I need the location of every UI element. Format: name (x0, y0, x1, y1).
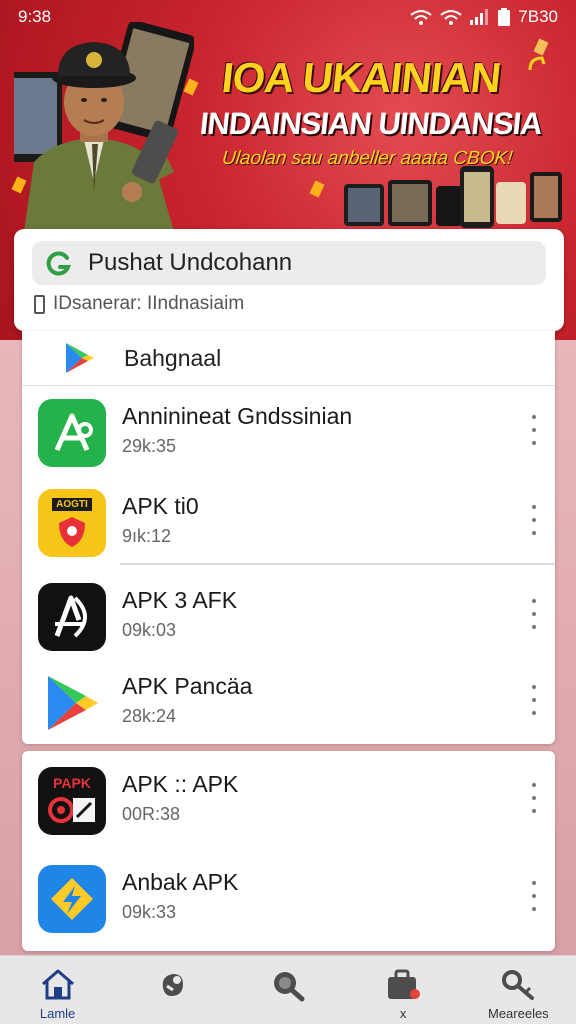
search-query: Pushat Undcohann (88, 249, 293, 276)
wifi-alt-icon (440, 10, 462, 25)
apps-icon (162, 974, 183, 996)
more-options-icon[interactable] (527, 415, 541, 445)
more-options-icon[interactable] (527, 599, 541, 629)
more-options-icon[interactable] (527, 881, 541, 911)
app-list-item[interactable]: Anninineat Gndssinian 29k:35 (22, 387, 555, 473)
nav-label: Lamle (39, 1006, 76, 1021)
key-icon (502, 970, 535, 1000)
app-list-card: Bahgnaal Anninineat Gndssinian 29k:35 AO… (22, 331, 555, 744)
divider (120, 563, 555, 565)
location-text: IDsanerar: IIndnasiaim (53, 293, 245, 314)
app-list-item[interactable]: APK 3 AFK 09k:03 (22, 571, 555, 657)
green-a-icon (38, 399, 106, 467)
officer-illustration (14, 22, 194, 232)
app-name: APK :: APK (122, 771, 239, 797)
search-card: Pushat Undcohann IDsanerar: IIndnasiaim (14, 229, 564, 331)
app-list-card: PAPK APK :: APK 00R:38 Anbak APK 09k:33 (22, 751, 555, 951)
app-meta: 09k:33 (122, 902, 177, 922)
nav-label: x (399, 1006, 407, 1021)
battery-icon (498, 8, 511, 26)
section-header[interactable]: Bahgnaal (22, 331, 555, 386)
app-list-item[interactable]: PAPK APK :: APK 00R:38 (22, 755, 555, 841)
app-list-item[interactable]: Anbak APK 09k:33 (22, 853, 555, 939)
banner-subtitle: INDAINSIAN UINDANSIA (198, 106, 544, 141)
more-options-icon[interactable] (527, 685, 541, 715)
bottom-navigation: Lamle x Meareeles (0, 955, 576, 1024)
play-arrow-icon (38, 669, 106, 737)
nav-apps[interactable] (115, 956, 230, 1024)
status-time: 9:38 (18, 7, 52, 26)
banner-title: IOA UKAINIAN (219, 54, 503, 101)
app-name: APK ti0 (122, 493, 199, 519)
sparkle-icon (528, 56, 546, 71)
more-options-icon[interactable] (527, 783, 541, 813)
papk-icon: PAPK (38, 767, 106, 835)
status-bar: 9:38 7B30 (0, 0, 576, 34)
app-meta: 09k:03 (122, 620, 177, 640)
home-icon (41, 969, 74, 1000)
blue-bolt-icon (38, 865, 106, 933)
app-list-item[interactable]: APK Pancäa 28k:24 (22, 657, 555, 743)
app-meta: 9ık:12 (122, 526, 172, 546)
app-list-item[interactable]: AOGTI APK ti0 9ık:12 (22, 477, 555, 563)
phones-illustration (344, 166, 562, 228)
nav-key[interactable]: Meareeles (461, 956, 576, 1024)
more-options-icon[interactable] (527, 505, 541, 535)
search-input[interactable]: Pushat Undcohann (32, 241, 546, 285)
app-badge-text: AOGTI (52, 497, 92, 511)
app-name: APK Pancäa (122, 673, 253, 699)
nav-briefcase[interactable]: x (346, 956, 461, 1024)
app-meta: 00R:38 (122, 804, 181, 824)
wifi-icon (410, 10, 432, 25)
nav-search[interactable] (230, 956, 345, 1024)
battery-text: 7B30 (518, 7, 558, 26)
play-store-icon (64, 341, 94, 375)
app-name: Anninineat Gndssinian (122, 403, 353, 429)
location-row: IDsanerar: IIndnasiaim (34, 293, 244, 315)
yellow-shield-icon: AOGTI (38, 489, 106, 557)
google-g-icon (46, 250, 72, 276)
search-icon (273, 972, 305, 1002)
signal-icon (470, 9, 489, 25)
nav-label: Meareeles (487, 1006, 549, 1021)
confetti-decoration (533, 38, 549, 56)
app-meta: 28k:24 (122, 706, 177, 726)
section-label: Bahgnaal (124, 344, 222, 371)
app-name: Anbak APK (122, 869, 239, 895)
black-a-icon (38, 583, 106, 651)
app-badge-text: PAPK (53, 775, 91, 791)
briefcase-icon (388, 969, 421, 999)
app-name: APK 3 AFK (122, 587, 238, 613)
nav-home[interactable]: Lamle (0, 956, 115, 1024)
confetti-decoration (309, 180, 325, 198)
app-meta: 29k:35 (122, 436, 177, 456)
phone-icon (34, 294, 45, 314)
